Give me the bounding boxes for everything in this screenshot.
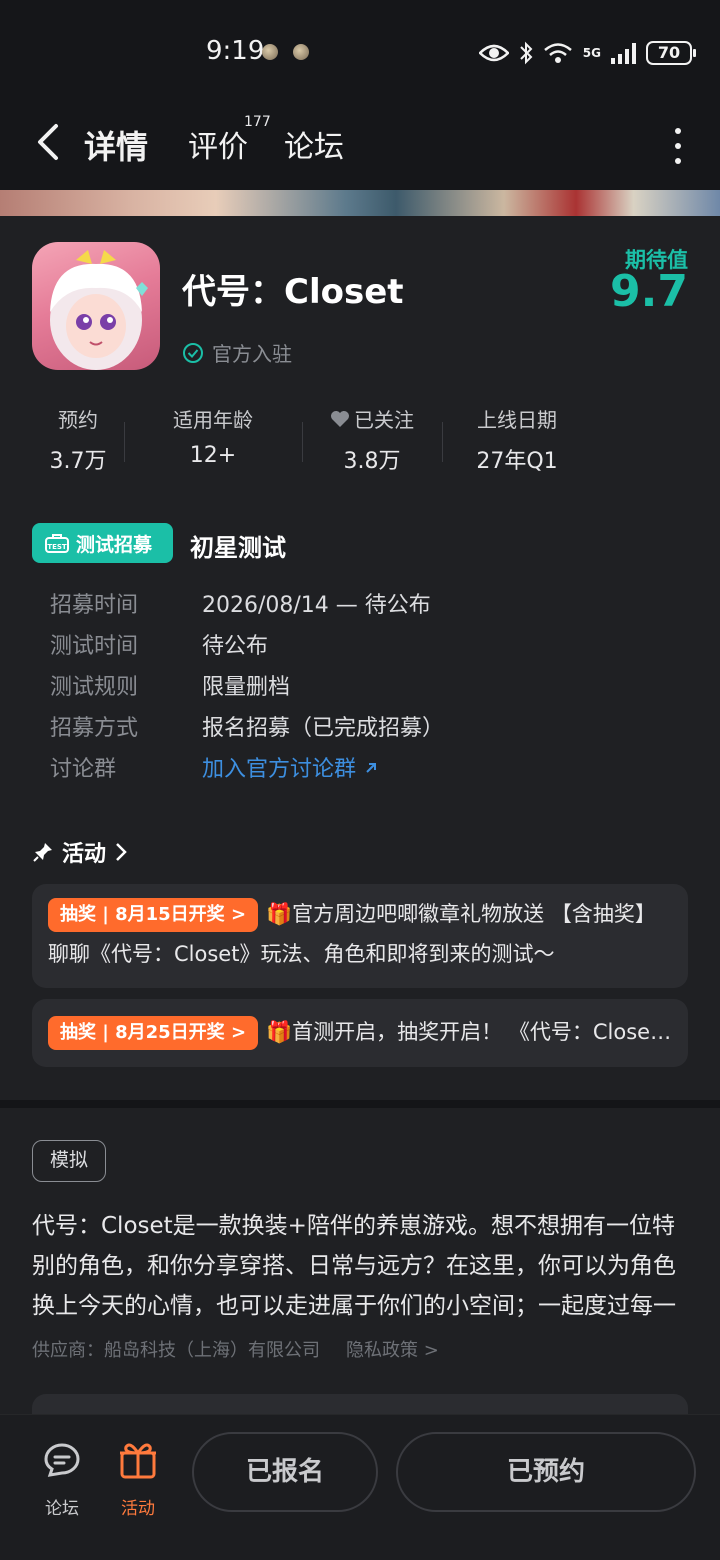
bluetooth-icon: [520, 41, 533, 65]
eye-icon: [478, 44, 509, 62]
test-name: 初星测试: [190, 534, 286, 562]
stat-label: 上线日期: [477, 408, 557, 432]
info-value: 限量删档: [202, 674, 291, 700]
stat-value: 3.8万: [343, 449, 401, 474]
official-verified: 官方入驻: [182, 338, 292, 367]
bottom-activity-label: 活动: [121, 1499, 155, 1519]
stat-value: 12+: [189, 443, 237, 468]
info-key: 招募时间: [50, 592, 139, 618]
stat-label: 已关注: [354, 408, 414, 432]
info-row: 招募方式 报名招募（已完成招募）: [50, 705, 444, 746]
recruit-badge-label: 测试招募: [76, 533, 153, 556]
stat-label: 预约: [58, 408, 98, 432]
game-description[interactable]: 代号：Closet是一款换装+陪伴的养崽游戏。想不想拥有一位特别的角色，和你分享…: [32, 1206, 692, 1326]
expect-value: 9.7: [610, 266, 688, 317]
info-key: 讨论群: [50, 756, 117, 782]
external-link-icon: [366, 762, 377, 773]
bottom-forum-button[interactable]: 论坛: [32, 1437, 92, 1519]
status-time: 9:19: [206, 36, 265, 66]
test-info-list: 招募时间 2026/08/14 — 待公布 测试时间 待公布 测试规则 限量删档…: [50, 582, 444, 787]
status-icons: 5G 70: [478, 36, 696, 70]
gift-icon: [120, 1443, 156, 1479]
bottom-activity-button[interactable]: 活动: [108, 1437, 168, 1519]
info-row: 测试时间 待公布: [50, 623, 444, 664]
info-row: 招募时间 2026/08/14 — 待公布: [50, 582, 444, 623]
status-bar: 9:19 5G 70: [0, 0, 720, 100]
join-group-link[interactable]: 加入官方讨论群: [202, 751, 379, 783]
notification-icon: [262, 44, 278, 60]
lottery-tag: 抽奖 | 8月25日开奖 >: [48, 1016, 259, 1050]
supplier-name: 供应商：船岛科技（上海）有限公司: [32, 1340, 320, 1361]
info-value: 2026/08/14 — 待公布: [202, 592, 431, 618]
info-key: 招募方式: [50, 715, 139, 741]
network-type: 5G: [582, 46, 601, 60]
join-group-label: 加入官方讨论群: [202, 756, 357, 782]
game-app-icon: [32, 242, 160, 370]
section-divider: [0, 1100, 720, 1108]
tab-review-label: 评价: [188, 130, 248, 165]
info-key: 测试时间: [50, 633, 139, 659]
stat-followers[interactable]: 已关注 3.8万: [302, 404, 442, 474]
wifi-icon: [543, 43, 572, 63]
official-label: 官方入驻: [212, 342, 292, 366]
game-stats: 预约 3.7万 适用年龄 12+ 已关注 3.8万 上线日期 27年Q1: [32, 404, 592, 474]
stat-reservations: 预约 3.7万: [32, 404, 124, 474]
registered-button[interactable]: 已报名: [192, 1432, 378, 1512]
heart-icon: [331, 410, 349, 427]
lottery-tag: 抽奖 | 8月15日开奖 >: [48, 898, 259, 932]
reserved-button[interactable]: 已预约: [396, 1432, 696, 1512]
back-arrow-icon[interactable]: [28, 120, 72, 164]
pin-icon: [33, 843, 52, 862]
stat-value: 3.7万: [49, 449, 107, 474]
stat-release-date: 上线日期 27年Q1: [442, 404, 592, 474]
activity-header[interactable]: 活动: [32, 836, 128, 868]
info-value: 报名招募（已完成招募）: [202, 715, 445, 741]
chevron-right-icon: [116, 843, 127, 861]
genre-tag[interactable]: 模拟: [32, 1140, 106, 1182]
review-count: 177: [244, 114, 271, 130]
stat-value: 27年Q1: [476, 449, 558, 474]
stat-age-rating: 适用年龄 12+: [124, 404, 302, 474]
info-row: 测试规则 限量删档: [50, 664, 444, 705]
tab-forum[interactable]: 论坛: [284, 122, 344, 166]
notification-icon: [293, 44, 309, 60]
header-banner-image: [0, 190, 720, 216]
tab-review[interactable]: 评价 177: [188, 114, 271, 166]
top-nav: 详情 评价 177 论坛: [0, 100, 720, 190]
info-key: 测试规则: [50, 674, 139, 700]
tab-detail[interactable]: 详情: [79, 122, 153, 168]
info-row: 讨论群 加入官方讨论群: [50, 746, 444, 787]
privacy-policy-link[interactable]: 隐私政策 >: [346, 1336, 439, 1362]
supplier-row: 供应商：船岛科技（上海）有限公司 隐私政策 >: [32, 1336, 439, 1362]
game-title: 代号：Closet: [182, 272, 404, 312]
test-icon: TEST: [45, 534, 69, 553]
bottom-forum-label: 论坛: [45, 1499, 79, 1519]
signal-icon: [611, 42, 636, 64]
activity-heading: 活动: [62, 842, 107, 867]
activity-item[interactable]: 抽奖 | 8月25日开奖 > 🎁首测开启，抽奖开启！ 《代号：Closet》: [32, 999, 688, 1067]
activity-text: 🎁首测开启，抽奖开启！ 《代号：Closet》: [266, 1020, 672, 1044]
chat-bubble-icon: [44, 1443, 80, 1477]
test-recruit-badge: TEST 测试招募: [32, 523, 173, 563]
activity-item[interactable]: 抽奖 | 8月15日开奖 > 🎁官方周边吧唧徽章礼物放送 【含抽奖】聊聊《代号：C…: [32, 884, 688, 988]
svg-text:TEST: TEST: [47, 543, 67, 551]
stat-label: 适用年龄: [173, 408, 253, 432]
check-circle-icon: [183, 342, 203, 363]
info-value: 待公布: [202, 633, 269, 659]
more-menu-icon[interactable]: [674, 128, 682, 164]
battery-icon: 70: [646, 41, 696, 65]
